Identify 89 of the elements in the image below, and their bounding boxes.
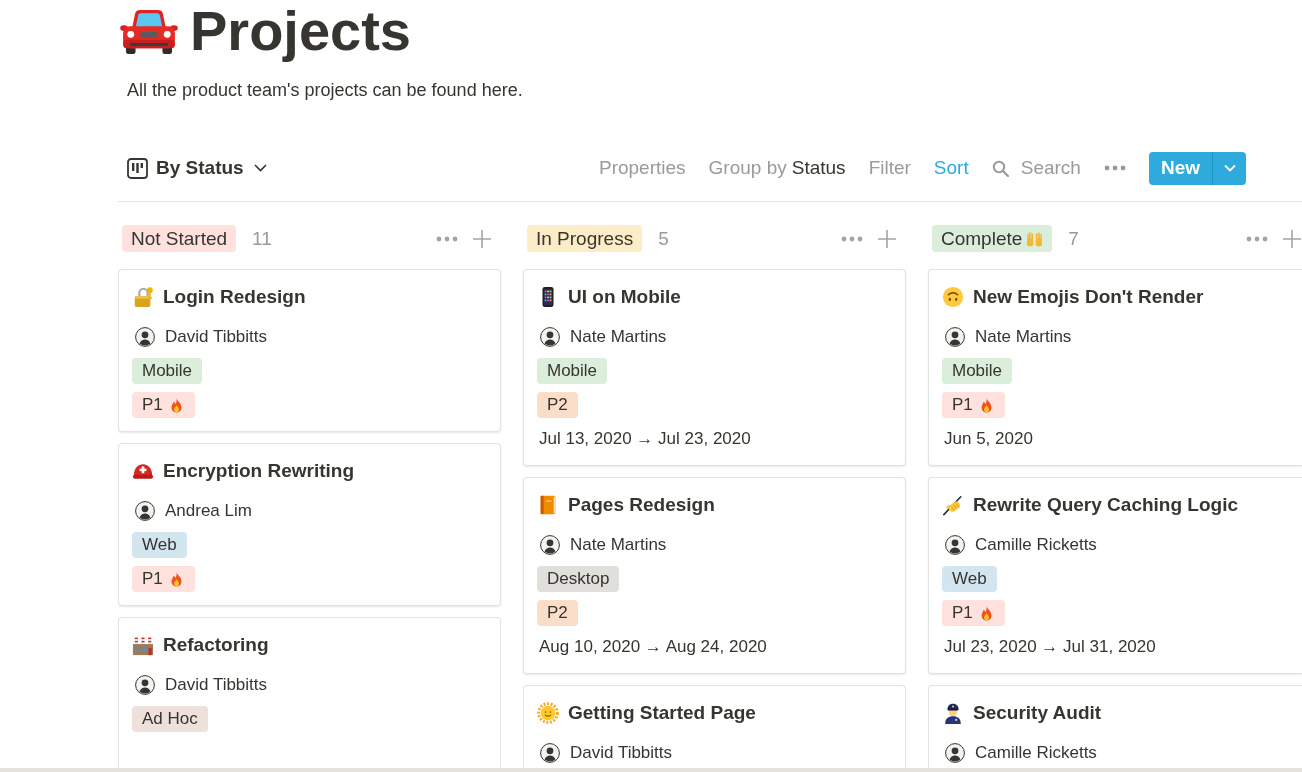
card-title: Pages Redesign (568, 494, 715, 516)
tag-label: P1 (142, 395, 163, 415)
project-card[interactable]: UI on Mobile Nate Martins Mobile P2 Jul 13, 2020 → Jul 23, 2020 (523, 269, 906, 466)
plus-icon (877, 228, 897, 249)
board-view-icon (127, 157, 148, 179)
tag-label: P1 (952, 395, 973, 415)
assignee-name: David Tibbitts (165, 327, 268, 347)
more-button[interactable] (1246, 235, 1268, 242)
property-tag: P2 (537, 392, 578, 418)
property-tag: Web (942, 566, 997, 592)
car-icon (120, 7, 178, 55)
project-card[interactable]: Encryption Rewriting Andrea Lim Web P1 (118, 443, 501, 606)
due-date: Jun 5, 2020 (943, 428, 1033, 450)
new-options-button[interactable] (1212, 151, 1246, 185)
factory-icon (132, 634, 154, 656)
card-title: Security Audit (973, 702, 1102, 724)
avatar-icon (540, 327, 560, 347)
card-count: 11 (252, 227, 272, 250)
plus-icon (1282, 228, 1302, 249)
avatar-icon (135, 675, 155, 695)
page-title: Projects (190, 0, 411, 62)
project-card[interactable]: Pages Redesign Nate Martins Desktop P2 Aug 10, 2020 → Aug 24, 2020 (523, 477, 906, 674)
assignee-name: David Tibbitts (165, 675, 268, 695)
card-title: Getting Started Page (568, 702, 756, 724)
avatar-icon (945, 327, 965, 347)
raised-hands-icon (1026, 230, 1044, 247)
more-icon (1246, 235, 1268, 242)
plus-icon (472, 228, 492, 249)
avatar-icon (945, 743, 965, 763)
padlock-icon (132, 286, 154, 308)
view-switcher[interactable]: By Status (127, 153, 267, 183)
card-title: Login Redesign (163, 286, 306, 308)
avatar-icon (135, 327, 155, 347)
due-date: Jul 23, 2020 → Jul 31, 2020 (943, 636, 1156, 658)
assignee-name: Camille Ricketts (975, 535, 1097, 555)
card-title: Encryption Rewriting (163, 460, 355, 482)
property-tag: Web (132, 532, 187, 558)
due-date: Aug 10, 2020 → Aug 24, 2020 (538, 636, 767, 658)
add-card-button[interactable] (1282, 228, 1302, 249)
project-card[interactable]: Login Redesign David Tibbitts Mobile P1 (118, 269, 501, 432)
assignee-name: Andrea Lim (165, 501, 252, 521)
property-tag: P2 (537, 600, 578, 626)
chevron-down-icon (253, 164, 267, 172)
assignee-name: Nate Martins (570, 535, 667, 555)
property-tag: Desktop (537, 566, 620, 592)
add-card-button[interactable] (472, 228, 492, 249)
project-card[interactable]: Getting Started Page David Tibbitts (523, 685, 906, 768)
assignee-name: Nate Martins (975, 327, 1072, 347)
project-card[interactable]: New Emojis Don't Render Nate Martins Mobile P1 Jun 5, 2020 (928, 269, 1302, 466)
property-tag: Mobile (132, 358, 203, 384)
avatar-icon (135, 501, 155, 521)
toolbar-button[interactable]: Group by Status (708, 153, 846, 183)
writing-hand-icon (942, 494, 964, 516)
tag-label: P1 (952, 603, 973, 623)
search-icon (991, 159, 1009, 177)
sun-icon (537, 702, 559, 724)
more-button[interactable] (436, 235, 458, 242)
project-card[interactable]: Refactoring David Tibbitts Ad Hoc (118, 617, 501, 768)
property-tag: Ad Hoc (132, 706, 208, 732)
status-tag: Not Started (122, 225, 237, 252)
project-card[interactable]: Security Audit Camille Ricketts (928, 685, 1302, 768)
avatar-icon (540, 743, 560, 763)
status-tag: In Progress (527, 225, 643, 252)
more-icon (841, 235, 863, 242)
tag-label: P1 (142, 569, 163, 589)
police-officer-icon (942, 702, 964, 724)
card-title: Refactoring (163, 634, 269, 656)
avatar-icon (945, 535, 965, 555)
page-description: All the product team's projects can be found here. (127, 79, 523, 102)
more-button[interactable] (841, 235, 863, 242)
card-title: UI on Mobile (568, 286, 681, 308)
due-date: Jul 13, 2020 → Jul 23, 2020 (538, 428, 751, 450)
property-tag: Mobile (537, 358, 608, 384)
assignee-name: Camille Ricketts (975, 743, 1097, 763)
upside-down-face-icon (942, 286, 964, 308)
assignee-name: David Tibbitts (570, 743, 673, 763)
project-card[interactable]: Rewrite Query Caching Logic Camille Ricketts Web P1 Jul 23, 2020 → Jul 31, 2020 (928, 477, 1302, 674)
card-count: 7 (1068, 227, 1079, 250)
add-card-button[interactable] (877, 228, 897, 249)
property-tag: Mobile (942, 358, 1013, 384)
more-icon (1103, 165, 1126, 171)
card-title: Rewrite Query Caching Logic (973, 494, 1238, 516)
status-label: Complete (941, 227, 1023, 250)
card-title: New Emojis Don't Render (973, 286, 1204, 308)
caret-down-icon (1223, 164, 1236, 172)
more-icon (436, 235, 458, 242)
card-count: 5 (658, 227, 669, 250)
assignee-name: Nate Martins (570, 327, 667, 347)
avatar-icon (540, 535, 560, 555)
